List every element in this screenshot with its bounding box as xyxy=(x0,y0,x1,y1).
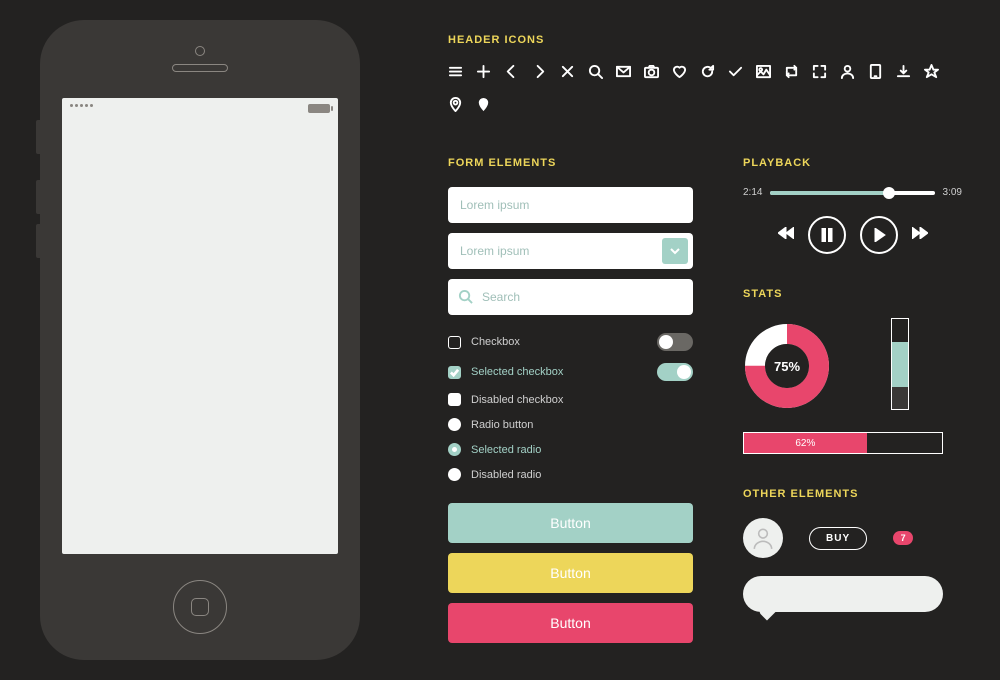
chevron-left-icon[interactable] xyxy=(504,64,519,84)
radio[interactable] xyxy=(448,418,461,431)
plus-icon[interactable] xyxy=(476,64,491,84)
toggle-off[interactable] xyxy=(657,333,693,351)
checkbox[interactable] xyxy=(448,336,461,349)
notification-badge[interactable]: 7 xyxy=(893,531,913,545)
progress-fill xyxy=(770,191,888,195)
chevron-right-icon[interactable] xyxy=(532,64,547,84)
radio-disabled xyxy=(448,468,461,481)
menu-icon[interactable] xyxy=(448,64,463,84)
location-solid-icon[interactable] xyxy=(476,97,491,117)
radio-selected[interactable] xyxy=(448,443,461,456)
vertical-bar-chart xyxy=(891,318,909,410)
section-title-form: FORM ELEMENTS xyxy=(448,157,693,169)
home-button[interactable] xyxy=(173,580,227,634)
speaker-icon xyxy=(172,64,228,72)
pause-button[interactable] xyxy=(808,216,846,254)
donut-chart: 75% xyxy=(743,322,831,410)
location-icon[interactable] xyxy=(448,97,463,117)
image-icon[interactable] xyxy=(756,64,771,84)
heart-icon[interactable] xyxy=(672,64,687,84)
checkbox-selected[interactable] xyxy=(448,366,461,379)
radio-label: Radio button xyxy=(471,419,693,431)
checkbox-label: Selected checkbox xyxy=(471,366,657,378)
donut-label: 75% xyxy=(743,322,831,410)
rewind-icon[interactable] xyxy=(778,226,794,244)
vbar-segment-teal xyxy=(892,342,908,387)
expand-icon[interactable] xyxy=(812,64,827,84)
download-icon[interactable] xyxy=(896,64,911,84)
close-icon[interactable] xyxy=(560,64,575,84)
play-button[interactable] xyxy=(860,216,898,254)
section-title-playback: PLAYBACK xyxy=(743,157,962,169)
section-title-header-icons: HEADER ICONS xyxy=(448,34,962,46)
time-total: 3:09 xyxy=(943,187,962,198)
camera-icon xyxy=(195,46,205,56)
section-title-other: OTHER ELEMENTS xyxy=(743,488,962,500)
user-icon[interactable] xyxy=(840,64,855,84)
progress-track[interactable] xyxy=(770,191,934,195)
checkbox-label: Checkbox xyxy=(471,336,657,348)
text-input[interactable] xyxy=(448,187,693,223)
refresh-icon[interactable] xyxy=(700,64,715,84)
phone-mockup xyxy=(40,20,360,660)
horizontal-bar-chart: 62% xyxy=(743,432,943,454)
check-icon[interactable] xyxy=(728,64,743,84)
search-icon xyxy=(458,289,473,309)
chat-bubble[interactable] xyxy=(743,576,943,612)
checkbox-disabled xyxy=(448,393,461,406)
select-input[interactable] xyxy=(448,233,693,269)
hbar-label: 62% xyxy=(795,438,815,449)
button-secondary[interactable]: Button xyxy=(448,553,693,593)
search-input[interactable] xyxy=(448,279,693,315)
progress-knob[interactable] xyxy=(883,187,895,199)
radio-label: Selected radio xyxy=(471,444,693,456)
tablet-icon[interactable] xyxy=(868,64,883,84)
battery-icon xyxy=(308,104,330,113)
icon-row xyxy=(448,64,962,117)
toggle-on[interactable] xyxy=(657,363,693,381)
hbar-fill: 62% xyxy=(744,433,867,453)
chevron-down-icon[interactable] xyxy=(662,238,688,264)
vbar-segment-dark xyxy=(892,387,908,410)
speaker-area xyxy=(40,20,360,98)
side-button xyxy=(36,120,40,154)
time-elapsed: 2:14 xyxy=(743,187,762,198)
buy-button[interactable]: BUY xyxy=(809,527,867,550)
volume-down-button xyxy=(36,224,40,258)
checkbox-label: Disabled checkbox xyxy=(471,394,693,406)
select-value[interactable] xyxy=(448,233,693,269)
button-primary[interactable]: Button xyxy=(448,503,693,543)
avatar[interactable] xyxy=(743,518,783,558)
button-danger[interactable]: Button xyxy=(448,603,693,643)
section-title-stats: STATS xyxy=(743,288,962,300)
volume-up-button xyxy=(36,180,40,214)
phone-screen xyxy=(62,98,338,554)
signal-icon xyxy=(70,104,93,107)
camera-icon[interactable] xyxy=(644,64,659,84)
mail-icon[interactable] xyxy=(616,64,631,84)
forward-icon[interactable] xyxy=(912,226,928,244)
star-icon[interactable] xyxy=(924,64,939,84)
search-icon[interactable] xyxy=(588,64,603,84)
loop-icon[interactable] xyxy=(784,64,799,84)
radio-label: Disabled radio xyxy=(471,469,693,481)
